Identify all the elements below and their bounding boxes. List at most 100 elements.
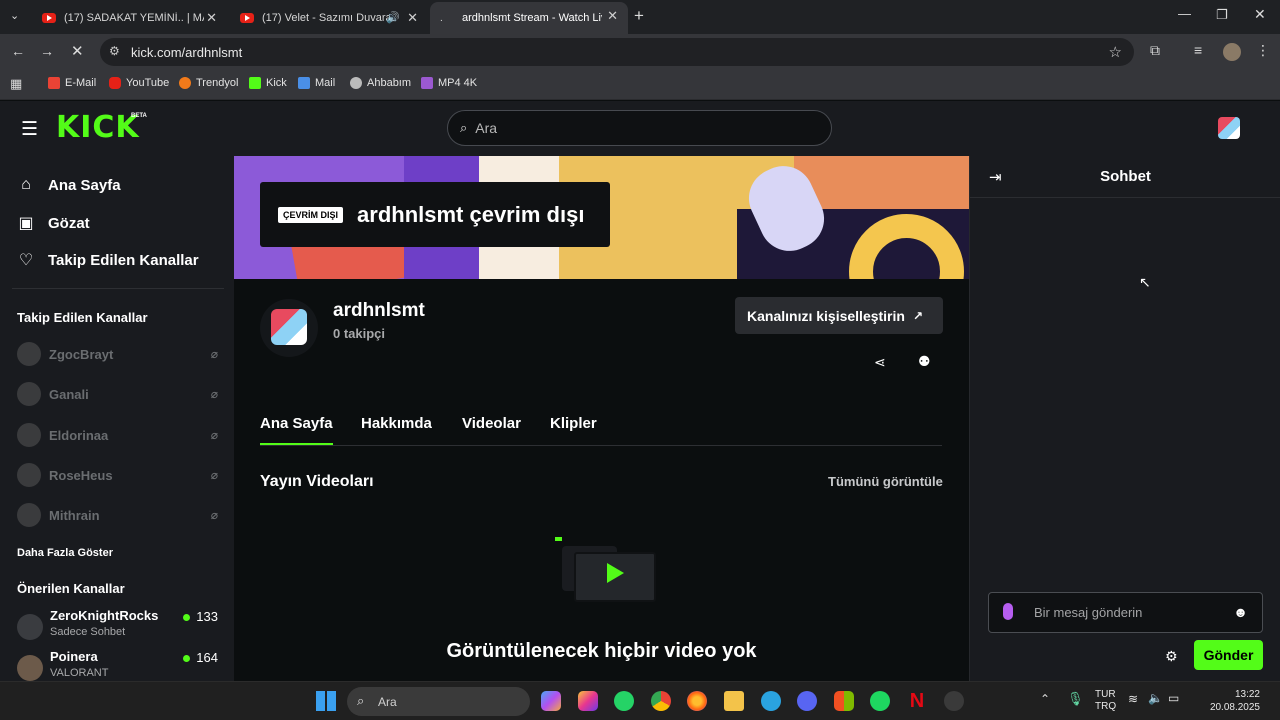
discord-icon[interactable] xyxy=(797,691,817,711)
chat-message-input[interactable]: Bir mesaj gönderin ☻ xyxy=(988,592,1263,633)
stop-loading-icon[interactable]: ✕ xyxy=(71,42,84,60)
instagram-icon[interactable] xyxy=(578,691,598,711)
sidebar-divider xyxy=(12,288,224,289)
netflix-icon[interactable]: N xyxy=(907,691,927,711)
nav-following[interactable]: ♡ Takip Edilen Kanallar xyxy=(17,250,199,270)
back-icon[interactable]: ← xyxy=(11,43,25,59)
followed-channel[interactable]: ZgocBrayt ⌀ xyxy=(17,341,222,367)
profile-avatar[interactable] xyxy=(1223,43,1241,61)
tab-about[interactable]: Hakkımda xyxy=(361,415,432,432)
tab-title: ardhnlsmt Stream - Watch Live xyxy=(462,12,602,24)
tab-home[interactable]: Ana Sayfa xyxy=(260,415,333,432)
user-avatar[interactable] xyxy=(1218,117,1240,139)
file-explorer-icon[interactable] xyxy=(724,691,744,711)
url-text[interactable]: kick.com/ardhnlsmt xyxy=(131,45,242,60)
chat-panel: ⇥ Sohbet ↖ Bir mesaj gönderin ☻ ⚙ Gönder xyxy=(969,156,1280,681)
send-message-button[interactable]: Gönder xyxy=(1194,640,1263,670)
close-window-icon[interactable]: ✕ xyxy=(1254,6,1266,23)
emoji-icon[interactable]: ☻ xyxy=(1233,604,1248,620)
spotify-icon[interactable] xyxy=(870,691,890,711)
input-language[interactable]: TUR TRQ xyxy=(1095,689,1116,713)
system-clock[interactable]: 13:22 20.08.2025 xyxy=(1196,688,1260,714)
loading-favicon-icon: . xyxy=(440,12,443,24)
play-icon xyxy=(607,563,624,583)
bookmark-ahbabim[interactable]: Ahbabım xyxy=(350,77,411,89)
share-icon[interactable]: ⋖ xyxy=(874,354,886,371)
channel-avatar-large[interactable] xyxy=(260,299,318,357)
telegram-icon[interactable] xyxy=(761,691,781,711)
apps-grid-icon[interactable]: ▦ xyxy=(10,76,22,92)
bookmark-mail[interactable]: Mail xyxy=(298,77,335,89)
site-info-icon[interactable]: ⚙ xyxy=(109,44,120,58)
close-tab-icon[interactable]: ✕ xyxy=(206,10,217,26)
new-tab-button[interactable]: + xyxy=(634,6,644,26)
microphone-tray-icon[interactable]: 🎙 xyxy=(1067,691,1084,707)
whatsapp-icon[interactable] xyxy=(614,691,634,711)
hamburger-menu-icon[interactable]: ☰ xyxy=(21,118,38,141)
browser-tab-3-active[interactable]: . ardhnlsmt Stream - Watch Live ✕ xyxy=(430,2,628,34)
restore-icon[interactable]: ❐ xyxy=(1216,7,1228,23)
browser-tab-1[interactable]: (17) SADAKAT YEMİNİ.. | MAFIA... ✕ xyxy=(32,4,227,32)
tab-search-icon[interactable]: ⌄ xyxy=(10,9,19,22)
omnibox[interactable]: ⚙ kick.com/ardhnlsmt ☆ xyxy=(100,38,1134,66)
channel-avatar xyxy=(17,382,41,406)
tab-title: (17) SADAKAT YEMİNİ.. | MAFIA... xyxy=(64,12,204,24)
bookmark-trendyol[interactable]: Trendyol xyxy=(179,77,238,89)
globe-icon xyxy=(350,77,362,89)
taskbar-search[interactable]: ⌕ Ara xyxy=(347,687,530,716)
tab-clips[interactable]: Klipler xyxy=(550,415,597,432)
microsoft-store-icon[interactable] xyxy=(834,691,854,711)
nav-home[interactable]: ⌂ Ana Sayfa xyxy=(17,176,120,194)
bookmark-star-icon[interactable]: ☆ xyxy=(1109,43,1122,61)
app-icon[interactable] xyxy=(944,691,964,711)
customize-channel-button[interactable]: Kanalınızı kişiselleştirin ↗ xyxy=(735,297,943,334)
bookmark-email[interactable]: E-Mail xyxy=(48,77,96,89)
show-more-link[interactable]: Daha Fazla Göster xyxy=(17,547,113,559)
view-all-link[interactable]: Tümünü görüntüle xyxy=(828,474,943,489)
tab-title: (17) Velet - Sazımı Duvara Asa... xyxy=(262,12,390,24)
minimize-icon[interactable]: — xyxy=(1178,6,1191,21)
tab-videos[interactable]: Videolar xyxy=(462,415,521,432)
browser-tab-2[interactable]: (17) Velet - Sazımı Duvara Asa... 🔊 ✕ xyxy=(230,4,428,32)
windows-taskbar: ⌕ Ara N ⌃ 🎙 TUR TRQ ≋ 🔈 ▭ 13:22 20.08.20… xyxy=(0,681,1280,720)
wifi-icon[interactable]: ≋ xyxy=(1128,692,1138,706)
chat-header-divider xyxy=(970,197,1280,198)
nav-browse[interactable]: ▣ Gözat xyxy=(17,213,89,233)
followed-channel[interactable]: Mithrain ⌀ xyxy=(17,502,222,528)
add-follow-icon[interactable]: ⚉ xyxy=(918,353,931,370)
browser-menu-icon[interactable]: ⋮ xyxy=(1256,42,1270,59)
chrome-icon[interactable] xyxy=(651,691,671,711)
microphone-icon[interactable] xyxy=(1003,603,1013,620)
channel-avatar xyxy=(17,463,41,487)
volume-icon[interactable]: 🔈 xyxy=(1148,691,1163,705)
chat-settings-icon[interactable]: ⚙ xyxy=(1165,648,1178,665)
viewer-count: 164 xyxy=(183,650,218,665)
extensions-icon[interactable]: ⧉ xyxy=(1150,42,1160,59)
offline-icon: ⌀ xyxy=(210,347,218,361)
show-hidden-icons[interactable]: ⌃ xyxy=(1040,692,1050,706)
mouse-cursor-icon: ↖ xyxy=(1139,274,1151,290)
battery-icon[interactable]: ▭ xyxy=(1168,691,1179,705)
windows-start-icon[interactable] xyxy=(316,691,336,711)
followed-channel[interactable]: Eldorinaa ⌀ xyxy=(17,422,222,448)
media-control-icon[interactable]: ≡ xyxy=(1194,42,1202,58)
trendyol-icon xyxy=(179,77,191,89)
bookmark-youtube[interactable]: YouTube xyxy=(109,77,169,89)
home-icon: ⌂ xyxy=(21,176,31,193)
followed-channel[interactable]: Ganali ⌀ xyxy=(17,381,222,407)
bookmark-mp4-4k[interactable]: MP4 4K xyxy=(421,77,477,89)
site-search-input[interactable]: ⌕ Ara xyxy=(447,110,832,146)
videos-heading: Yayın Videoları xyxy=(260,473,374,490)
close-tab-icon[interactable]: ✕ xyxy=(607,8,618,24)
copilot-icon[interactable] xyxy=(541,691,561,711)
audio-playing-icon[interactable]: 🔊 xyxy=(386,11,400,24)
followed-channel[interactable]: RoseHeus ⌀ xyxy=(17,462,222,488)
bookmark-kick[interactable]: Kick xyxy=(249,77,287,89)
recommended-channel[interactable]: ZeroKnightRocks Sadece Sohbet 133 xyxy=(17,608,222,646)
firefox-icon[interactable] xyxy=(687,691,707,711)
youtube-favicon-icon xyxy=(240,13,254,23)
kick-logo[interactable]: KICK xyxy=(56,110,140,145)
close-tab-icon[interactable]: ✕ xyxy=(407,10,418,26)
forward-icon[interactable]: → xyxy=(40,43,54,59)
external-link-icon: ↗ xyxy=(912,308,924,323)
